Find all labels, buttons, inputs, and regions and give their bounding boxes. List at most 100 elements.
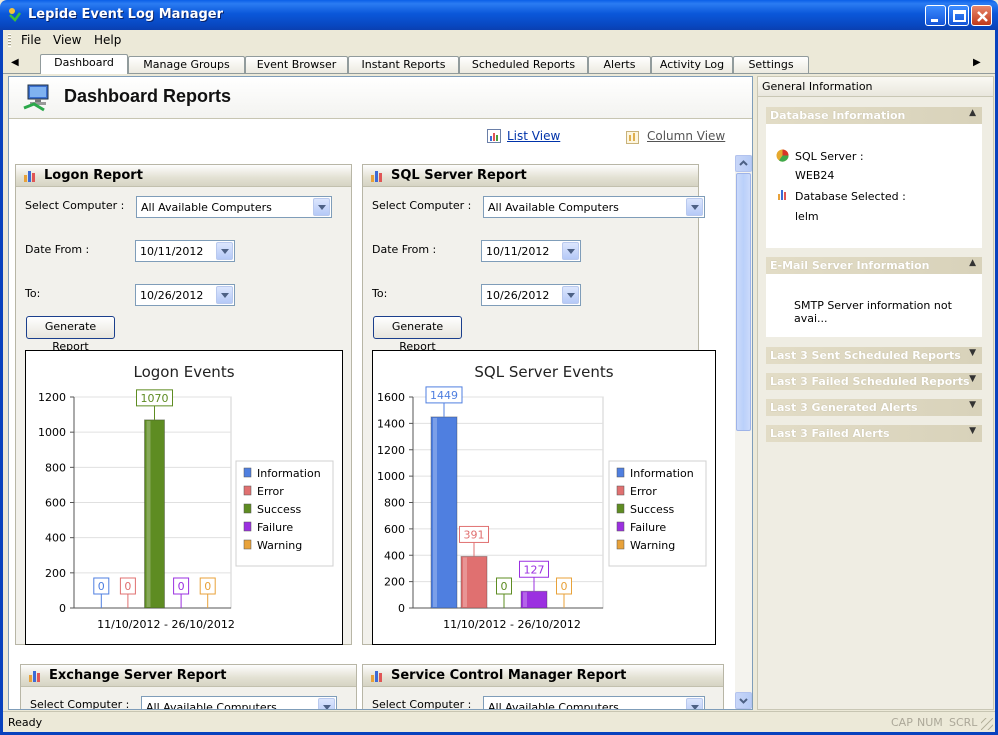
- database-selected-value: lelm: [795, 210, 819, 223]
- exchange-computer-select[interactable]: All Available Computers: [141, 696, 337, 709]
- database-information-title: Database Information: [770, 109, 906, 122]
- tab-settings[interactable]: Settings: [733, 56, 809, 73]
- email-server-group[interactable]: E-Mail Server Information ▲: [766, 257, 982, 274]
- chevron-up-icon[interactable]: ▲: [969, 258, 976, 268]
- list-view-icon[interactable]: [487, 129, 501, 143]
- database-information-group[interactable]: Database Information ▲: [766, 107, 982, 124]
- close-button[interactable]: [971, 5, 992, 26]
- scm-computer-select[interactable]: All Available Computers: [483, 696, 705, 709]
- y-tick-label: 600: [384, 523, 405, 536]
- scroll-up-button[interactable]: [735, 155, 752, 172]
- logon-date-to-picker[interactable]: 10/26/2012: [135, 284, 235, 306]
- exchange-computer-value: All Available Computers: [146, 701, 277, 709]
- data-label: 0: [124, 580, 131, 593]
- legend-label: Warning: [630, 539, 675, 552]
- y-tick-label: 1400: [377, 417, 405, 430]
- app-icon: [9, 8, 22, 22]
- sql-computer-select[interactable]: All Available Computers: [483, 196, 705, 218]
- bar-highlight: [433, 417, 437, 607]
- menu-help[interactable]: Help: [94, 33, 121, 47]
- page-title: Dashboard Reports: [64, 86, 232, 106]
- tab-scheduled-reports[interactable]: Scheduled Reports: [459, 56, 588, 73]
- select-computer-label: Select Computer :: [372, 199, 472, 212]
- dashboard-icon: [23, 84, 49, 112]
- chevron-down-icon[interactable]: [562, 286, 579, 304]
- logon-report-title: Logon Report: [44, 168, 143, 183]
- scroll-thumb[interactable]: [736, 173, 751, 431]
- sql-date-to-picker[interactable]: 10/26/2012: [481, 284, 581, 306]
- legend-label: Success: [257, 503, 302, 516]
- maximize-button[interactable]: [948, 5, 969, 26]
- chevron-down-icon[interactable]: [318, 698, 335, 709]
- chevron-down-icon[interactable]: ▼: [969, 374, 976, 384]
- list-view-link[interactable]: List View: [507, 129, 560, 143]
- logon-events-chart: Logon Events 0 200 400 600 800 1000 1200 11/10/2…: [25, 350, 343, 645]
- chevron-down-icon[interactable]: [562, 242, 579, 260]
- tab-instant-reports[interactable]: Instant Reports: [348, 56, 459, 73]
- caps-lock-indicator: CAP: [891, 716, 913, 729]
- tab-dashboard[interactable]: Dashboard: [40, 54, 128, 74]
- logon-generate-report-button[interactable]: Generate Report: [26, 316, 115, 353]
- chevron-down-icon[interactable]: ▼: [969, 426, 976, 436]
- legend-swatch: [616, 539, 625, 550]
- report-chart-icon: [29, 671, 40, 682]
- logon-computer-value: All Available Computers: [141, 201, 272, 214]
- num-lock-indicator: NUM: [917, 716, 943, 729]
- scm-computer-value: All Available Computers: [488, 701, 619, 709]
- database-icon: [778, 190, 786, 200]
- chevron-down-icon[interactable]: ▼: [969, 348, 976, 358]
- vertical-scrollbar[interactable]: [735, 155, 752, 709]
- tab-scroll-left-icon[interactable]: ◀: [11, 57, 19, 68]
- chevron-down-icon[interactable]: [216, 286, 233, 304]
- sql-date-from-value: 10/11/2012: [486, 245, 550, 258]
- legend-swatch: [616, 485, 625, 496]
- menu-file[interactable]: File: [21, 33, 41, 47]
- column-view-icon[interactable]: [626, 129, 641, 144]
- scroll-lock-indicator: SCRL: [949, 716, 978, 729]
- chevron-down-icon[interactable]: [686, 698, 703, 709]
- last-failed-alerts-title: Last 3 Failed Alerts: [770, 427, 890, 440]
- logon-computer-select[interactable]: All Available Computers: [136, 196, 332, 218]
- exchange-report-card: Exchange Server Report Select Computer :…: [20, 664, 357, 709]
- y-tick-label: 400: [384, 549, 405, 562]
- report-chart-icon: [371, 171, 382, 182]
- data-label: 127: [524, 563, 545, 576]
- menu-view[interactable]: View: [53, 33, 81, 47]
- sql-server-value: WEB24: [795, 169, 835, 182]
- last-failed-scheduled-group[interactable]: Last 3 Failed Scheduled Reports ▼: [766, 373, 982, 390]
- x-axis-label: 11/10/2012 - 26/10/2012: [97, 618, 235, 631]
- tab-activity-log[interactable]: Activity Log: [651, 56, 733, 73]
- tab-manage-groups[interactable]: Manage Groups: [128, 56, 245, 73]
- resize-grip[interactable]: [981, 718, 993, 730]
- sql-report-card: SQL Server Report Select Computer : All …: [362, 164, 716, 645]
- chevron-down-icon[interactable]: [313, 198, 330, 216]
- last-failed-alerts-group[interactable]: Last 3 Failed Alerts ▼: [766, 425, 982, 442]
- legend-swatch: [616, 503, 625, 514]
- sql-events-chart-svg: SQL Server Events 0 200 400 600 800 1000 1200 14…: [377, 363, 707, 631]
- data-label: 0: [178, 580, 185, 593]
- tab-event-browser[interactable]: Event Browser: [245, 56, 348, 73]
- last-sent-scheduled-group[interactable]: Last 3 Sent Scheduled Reports ▼: [766, 347, 982, 364]
- y-tick-label: 1000: [38, 426, 66, 439]
- scroll-down-button[interactable]: [735, 692, 752, 709]
- sql-generate-report-button[interactable]: Generate Report: [373, 316, 462, 353]
- last-generated-alerts-group[interactable]: Last 3 Generated Alerts ▼: [766, 399, 982, 416]
- title-bar: Lepide Event Log Manager: [0, 0, 998, 30]
- chevron-down-icon[interactable]: [216, 242, 233, 260]
- legend-label: Failure: [257, 521, 293, 534]
- sql-date-from-picker[interactable]: 10/11/2012: [481, 240, 581, 262]
- chevron-down-icon[interactable]: ▼: [969, 400, 976, 410]
- tab-alerts[interactable]: Alerts: [588, 56, 651, 73]
- chevron-up-icon[interactable]: ▲: [969, 108, 976, 118]
- legend-label: Warning: [257, 539, 302, 552]
- bar-highlight: [463, 557, 467, 607]
- legend-label: Error: [630, 485, 657, 498]
- chevron-down-icon[interactable]: [686, 198, 703, 216]
- select-computer-label: Select Computer :: [30, 698, 130, 709]
- date-to-label: To:: [372, 287, 388, 300]
- logon-date-from-picker[interactable]: 10/11/2012: [135, 240, 235, 262]
- column-view-link[interactable]: Column View: [647, 129, 725, 143]
- minimize-button[interactable]: [925, 5, 946, 26]
- tab-scroll-right-icon[interactable]: ▶: [973, 57, 981, 68]
- status-text: Ready: [8, 716, 43, 729]
